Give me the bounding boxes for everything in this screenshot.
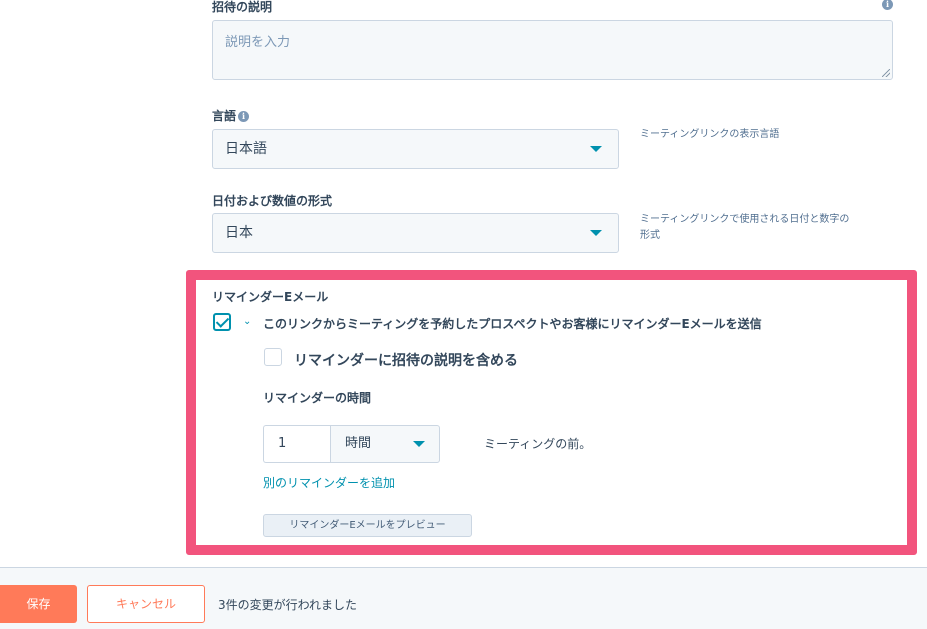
caret-down-icon [590, 146, 602, 152]
info-icon[interactable]: i [882, 0, 893, 10]
changes-status: 3件の変更が行われました [218, 598, 358, 612]
save-button[interactable]: 保存 [0, 585, 77, 623]
send-reminder-label: このリンクからミーティングを予約したプロスペクトやお客様にリマインダーEメールを… [263, 317, 762, 331]
invite-description-input[interactable]: 説明を入力 [212, 20, 893, 80]
before-meeting-text: ミーティングの前。 [484, 437, 592, 451]
language-label: 言語 i [212, 107, 250, 124]
caret-down-icon [413, 441, 425, 447]
resize-grip-icon[interactable] [882, 69, 890, 77]
invite-description-label: 招待の説明 [212, 0, 273, 14]
language-help: ミーティングリンクの表示言語 [640, 129, 780, 140]
language-select[interactable]: 日本語 [212, 129, 619, 169]
send-reminder-checkbox[interactable] [213, 313, 231, 331]
cancel-button[interactable]: キャンセル [87, 585, 205, 623]
chevron-down-icon[interactable]: ⌄ [243, 316, 251, 327]
date-format-select[interactable]: 日本 [212, 213, 619, 253]
date-format-label: 日付および数値の形式 [212, 194, 333, 208]
reminder-unit-select[interactable]: 時間 [330, 425, 440, 463]
include-description-checkbox[interactable] [264, 348, 282, 366]
reminder-amount-input[interactable]: 1 [263, 425, 331, 463]
add-reminder-link[interactable]: 別のリマインダーを追加 [263, 474, 395, 491]
meeting-link-settings: 招待の説明 i 説明を入力 言語 i 日本語 ミーティングリンクの表示言語 日付お… [0, 0, 927, 629]
reminder-timing-label: リマインダーの時間 [263, 391, 372, 405]
reminder-section-label: リマインダーEメール [212, 290, 329, 304]
reminder-highlight-frame [186, 270, 917, 555]
caret-down-icon [590, 230, 602, 236]
date-format-help: ミーティングリンクで使用される日付と数字の 形式 [640, 214, 850, 241]
footer-bar: 保存 キャンセル 3件の変更が行われました [0, 567, 927, 629]
include-description-label: リマインダーに招待の説明を含める [294, 353, 518, 369]
info-icon[interactable]: i [238, 111, 250, 122]
preview-reminder-button[interactable]: リマインダーEメールをプレビュー [263, 514, 472, 537]
